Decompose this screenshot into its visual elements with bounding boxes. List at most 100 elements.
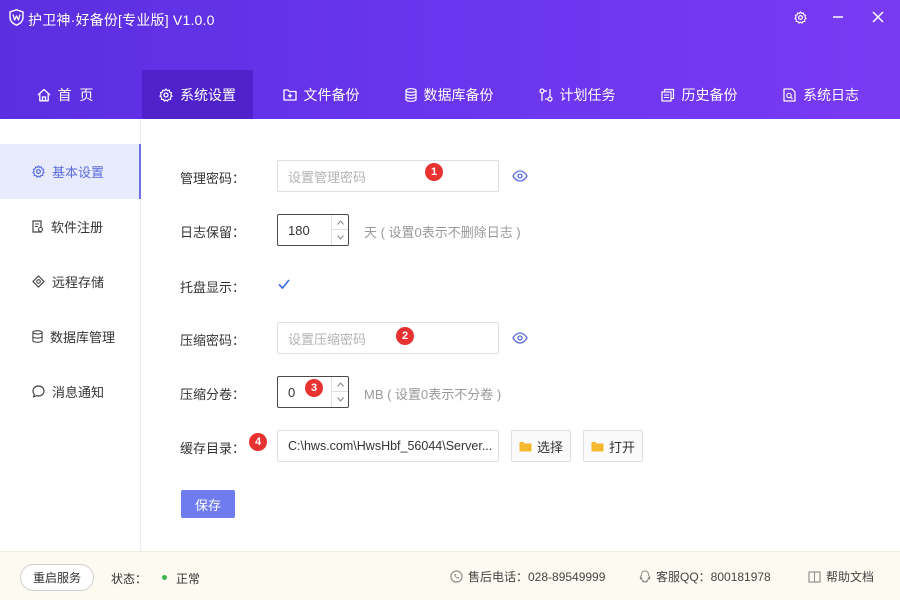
- book-icon: [808, 570, 821, 583]
- folder-icon: [591, 441, 604, 451]
- status-dot: [162, 575, 167, 580]
- annotation-badge-2: 2: [396, 327, 414, 345]
- schedule-icon: [538, 87, 553, 102]
- cache-dir-input[interactable]: C:\hws.com\HwsHbf_56044\Server...: [277, 430, 499, 462]
- log-retention-stepper[interactable]: 180: [277, 214, 349, 246]
- sidebar-item-database-management[interactable]: 数据库管理: [0, 309, 141, 364]
- nav-item-label: 系统日志: [803, 86, 859, 103]
- nav-item-scheduled-tasks[interactable]: 计划任务: [524, 70, 630, 119]
- nav-item-database-backup[interactable]: 数据库备份: [390, 70, 508, 119]
- increment-button[interactable]: [332, 215, 348, 230]
- support-qq: 客服QQ：800181978: [639, 568, 771, 585]
- compress-password-label: 压缩密码：: [180, 333, 246, 348]
- cache-dir-label: 缓存目录：: [180, 441, 246, 456]
- sidebar-item-label: 基本设置: [52, 165, 105, 180]
- help-docs-text: 帮助文档: [826, 570, 875, 584]
- nav-item-label: 文件备份: [303, 86, 360, 103]
- save-button[interactable]: 保存: [181, 490, 235, 518]
- log-retention-label: 日志保留：: [180, 225, 246, 240]
- admin-password-input[interactable]: 设置管理密码: [277, 160, 499, 192]
- choose-label: 选择: [536, 439, 563, 455]
- main-nav: 首 页 系统设置 文件备份 数据库备份 计划任务 历史备份 系统日志: [0, 70, 900, 119]
- split-volume-value: 0: [288, 385, 296, 400]
- close-icon: [872, 11, 884, 23]
- status-label: 状态：: [111, 572, 148, 586]
- tray-display-checkbox[interactable]: [277, 277, 291, 291]
- phone-icon: [450, 570, 463, 583]
- cache-dir-value: C:\hws.com\HwsHbf_56044\Server...: [288, 439, 493, 453]
- help-docs-link[interactable]: 帮助文档: [808, 568, 874, 585]
- support-phone: 售后电话：028-89549999: [450, 568, 605, 585]
- annotation-badge-3: 3: [305, 379, 323, 397]
- database-icon: [404, 87, 417, 102]
- sidebar-item-label: 软件注册: [51, 220, 104, 235]
- checkmark-icon: [278, 279, 290, 290]
- log-retention-value: 180: [288, 223, 310, 238]
- nav-item-label: 首 页: [57, 86, 94, 103]
- open-label: 打开: [608, 439, 635, 455]
- settings-form: 管理密码： 设置管理密码 1 日志保留： 180 天 ( 设置0表示不删除日志 …: [142, 119, 900, 551]
- sidebar-item-label: 远程存储: [52, 275, 105, 290]
- split-volume-label: 压缩分卷：: [180, 387, 246, 402]
- shield-logo-icon: [9, 9, 24, 26]
- minimize-button[interactable]: [826, 6, 850, 28]
- nav-item-label: 系统设置: [180, 86, 236, 103]
- nav-item-label: 历史备份: [681, 86, 738, 103]
- annotation-badge-1: 1: [425, 163, 443, 181]
- chevron-down-icon: [336, 397, 344, 402]
- gear-icon: [32, 165, 45, 178]
- tray-display-label: 托盘显示：: [180, 280, 246, 295]
- chevron-down-icon: [336, 235, 344, 240]
- support-phone-text: 售后电话：028-89549999: [468, 570, 606, 584]
- settings-sidebar: 基本设置 软件注册 远程存储 数据库管理 消息通知: [0, 119, 141, 551]
- decrement-button[interactable]: [332, 230, 348, 245]
- stepper-buttons: [331, 215, 348, 245]
- admin-password-label: 管理密码：: [180, 171, 246, 186]
- annotation-badge-4: 4: [249, 433, 267, 451]
- database-icon: [32, 330, 43, 343]
- folder-icon: [519, 441, 532, 451]
- folder-plus-icon: [282, 89, 297, 101]
- history-icon: [660, 88, 674, 102]
- sidebar-item-label: 消息通知: [52, 385, 105, 400]
- nav-item-file-backup[interactable]: 文件备份: [268, 70, 374, 119]
- sidebar-item-message-notify[interactable]: 消息通知: [0, 364, 141, 419]
- log-retention-hint: 天 ( 设置0表示不删除日志 ): [364, 225, 521, 240]
- window-settings-button[interactable]: [788, 6, 812, 28]
- compress-password-input[interactable]: 设置压缩密码: [277, 322, 499, 354]
- restart-service-button[interactable]: 重启服务: [20, 564, 94, 591]
- open-dir-button[interactable]: 打开: [583, 430, 643, 462]
- home-icon: [37, 88, 51, 101]
- chevron-up-icon: [336, 381, 344, 387]
- app-title: 护卫神·好备份[专业版] V1.0.0: [28, 12, 215, 28]
- gear-icon: [159, 87, 173, 102]
- support-qq-text: 客服QQ：800181978: [656, 570, 771, 584]
- app-header: 护卫神·好备份[专业版] V1.0.0 首 页 系统设置 文件备份 数据库备份 …: [0, 0, 900, 119]
- log-icon: [783, 87, 796, 102]
- nav-item-home[interactable]: 首 页: [12, 70, 118, 119]
- status-footer: 重启服务 状态： 正常 售后电话：028-89549999 客服QQ：80018…: [0, 551, 900, 600]
- chevron-up-icon: [336, 219, 344, 225]
- sidebar-item-basic-settings[interactable]: 基本设置: [0, 144, 141, 199]
- status-value: 正常: [176, 572, 201, 586]
- title-bar[interactable]: 护卫神·好备份[专业版] V1.0.0: [0, 0, 900, 36]
- decrement-button[interactable]: [332, 392, 348, 407]
- remote-storage-icon: [32, 275, 45, 288]
- choose-dir-button[interactable]: 选择: [511, 430, 571, 462]
- increment-button[interactable]: [332, 377, 348, 392]
- stepper-buttons: [331, 377, 348, 407]
- nav-item-label: 计划任务: [559, 86, 616, 103]
- sidebar-item-label: 数据库管理: [50, 330, 116, 345]
- sidebar-item-remote-storage[interactable]: 远程存储: [0, 254, 141, 309]
- minimize-icon: [833, 16, 843, 18]
- nav-item-label: 数据库备份: [423, 86, 494, 103]
- show-compress-password-eye-icon[interactable]: [512, 332, 528, 344]
- close-button[interactable]: [866, 6, 890, 28]
- nav-item-system-settings[interactable]: 系统设置: [142, 70, 253, 119]
- compress-password-placeholder: 设置压缩密码: [288, 331, 367, 347]
- show-password-eye-icon[interactable]: [512, 170, 528, 182]
- nav-item-history-backup[interactable]: 历史备份: [646, 70, 752, 119]
- qq-icon: [639, 570, 651, 583]
- nav-item-system-log[interactable]: 系统日志: [768, 70, 874, 119]
- sidebar-item-software-register[interactable]: 软件注册: [0, 199, 141, 254]
